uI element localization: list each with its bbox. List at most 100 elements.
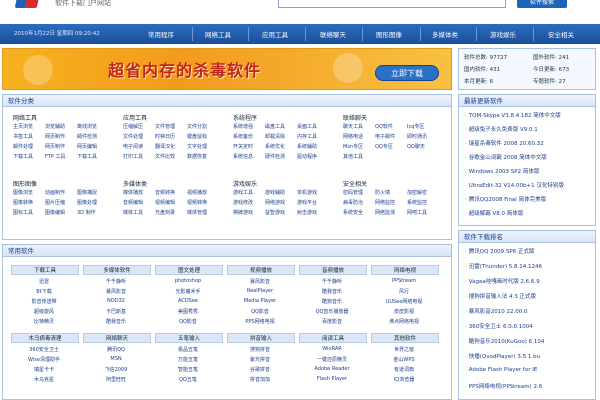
software-link[interactable]: 超级旋风 [15,308,73,315]
category-link[interactable]: QQ软件 [375,123,393,130]
software-link[interactable]: 风行 [375,288,433,295]
category-link[interactable]: 主页浏览 [13,123,33,130]
category-link[interactable]: 病毒防治 [343,199,363,206]
nav-item-chat[interactable]: 联络聊天 [320,29,346,39]
category-link[interactable]: 单机游戏 [297,189,317,196]
category-link[interactable]: 驱动程序 [297,153,317,160]
category-link[interactable]: 磁盘工具 [265,123,285,130]
category-link[interactable]: QQ聊天 [407,143,425,150]
category-link[interactable]: 图像捕捉 [77,189,97,196]
category-link[interactable]: Msn专区 [343,143,363,150]
software-link[interactable]: 阿里旺旺 [87,376,145,383]
software-link[interactable]: 世界之窗 [375,346,433,353]
category-link[interactable]: 卸载清除 [265,133,285,140]
category-link[interactable]: 游戏辅助 [265,189,285,196]
category-link[interactable]: 游戏修改 [233,199,253,206]
category-link[interactable]: 书签工具 [13,133,33,140]
software-link[interactable]: 拼音加加 [231,376,289,383]
software-link[interactable]: 酷狗音乐 [303,298,361,305]
category-link[interactable]: 时钟日历 [155,133,175,140]
category-link[interactable]: 媒体工具 [123,209,143,216]
software-link[interactable]: MSN [87,356,145,362]
category-link[interactable]: 电子邮件 [375,133,395,140]
software-link[interactable]: 光影魔术手 [159,288,217,295]
category-link[interactable]: 翻译汉化 [155,143,175,150]
category-link[interactable]: 媒体管理 [187,209,207,216]
software-link[interactable]: Media Player [231,298,289,304]
category-link[interactable]: 系统备份 [233,133,253,140]
software-link[interactable]: 沸点网络电视 [375,318,433,325]
category-link[interactable]: 加密解密 [407,189,427,196]
banner-download-button[interactable]: 立即下载 [375,65,439,81]
site-logo[interactable] [14,0,46,10]
category-link[interactable]: 光盘刻录 [155,209,175,216]
category-link[interactable]: 文件管理 [155,123,175,130]
latest-item[interactable]: UltraEdit-32 V14.00b+1 汉化特别版 [465,181,564,189]
software-link[interactable]: 谷歌拼音 [231,366,289,373]
software-link[interactable]: 万能五笔 [159,356,217,363]
category-link[interactable]: 压缩解压 [123,123,143,130]
ranking-item[interactable]: 酷狗音乐2010(KuGoo) 6.104 [465,337,545,345]
category-link[interactable]: 音频编辑 [123,199,143,206]
category-link[interactable]: 音频转换 [155,189,175,196]
latest-item[interactable]: 腾讯QQ2008 Final 简体完美版 [465,195,546,203]
category-link[interactable]: 打印工具 [123,153,143,160]
software-link[interactable]: Wise清理助手 [15,356,73,363]
software-link[interactable]: 飞信2009 [87,366,145,373]
software-link[interactable]: QQ音乐播放器 [303,308,361,315]
category-link[interactable]: 内存工具 [297,133,317,140]
software-link[interactable]: PPS网络电视 [231,318,289,325]
software-link[interactable]: PPStream [375,278,433,284]
software-link[interactable]: 有道词典 [375,366,433,373]
category-link[interactable]: 游戏工具 [233,189,253,196]
nav-item-media[interactable]: 多媒体类 [432,29,458,39]
latest-item[interactable]: TOM-Skype V3.8.4.182 简体中文版 [465,111,561,119]
category-link[interactable]: 棋牌游戏 [233,209,253,216]
category-link[interactable]: 电子阅读 [123,143,143,150]
promo-banner[interactable]: 超省内存的杀毒软件 立即下载 [2,48,452,90]
ranking-item[interactable]: 360安全卫士 6.0.0.1004 [465,322,533,330]
category-link[interactable]: 其他工具 [343,153,363,160]
category-link[interactable]: 下载工具 [13,153,33,160]
software-link[interactable]: 极品五笔 [159,346,217,353]
latest-item[interactable]: 超级解霸 V8.0 简体版 [465,209,524,217]
category-link[interactable]: 图像转换 [13,199,33,206]
latest-item[interactable]: 谷歌金山词霸 2008 简体中文版 [465,153,547,161]
software-link[interactable]: 酷我音乐 [87,318,145,325]
ranking-item[interactable]: 腾讯QQ 2009 SP6 正式版 [465,247,535,255]
software-link[interactable]: WinRAR [303,346,361,352]
category-link[interactable]: QQ专区 [375,143,393,150]
category-link[interactable]: 开关定时 [233,143,253,150]
software-link[interactable]: RealPlayer [231,288,289,294]
category-link[interactable]: 邮件处理 [13,143,33,150]
category-link[interactable]: 下载工具 [77,153,97,160]
ranking-item[interactable]: 快播(QvodPlayer) 3.5.1 bu [465,352,540,360]
category-link[interactable]: 邮件检测 [77,133,97,140]
category-link[interactable]: 键盘鼠标 [187,133,207,140]
category-title[interactable]: 应用工具 [123,113,147,122]
category-link[interactable]: 离线浏览 [77,123,97,130]
software-link[interactable]: 皮皮影视 [375,308,433,315]
software-link[interactable]: ACDSee [159,298,217,304]
ranking-item[interactable]: Adobe Flash Player for IE [465,367,538,373]
category-link[interactable]: 网络游戏 [265,199,285,206]
category-link[interactable]: 系统优化 [265,143,285,150]
search-button[interactable]: 软件搜索 [517,0,567,8]
software-link[interactable]: 比特精灵 [15,318,73,325]
category-link[interactable]: 视频转换 [187,199,207,206]
ranking-item[interactable]: PPS网络电视(PPStream) 2.6 [465,382,542,390]
software-link[interactable]: QQ影音 [231,308,289,315]
ranking-item[interactable]: 搜狗拼音输入法 4.3 正式版 [465,292,536,300]
latest-item[interactable]: 超级兔子永久免费版 V9.0.1 [465,125,538,133]
software-link[interactable]: 瑞星卡卡 [15,366,73,373]
software-link[interactable]: 紫光拼音 [231,356,289,363]
category-link[interactable]: 视频编辑 [155,199,175,206]
category-link[interactable]: 系统安全 [343,209,363,216]
category-link[interactable]: 图片压缩 [45,199,65,206]
category-link[interactable]: 文件分割 [187,123,207,130]
nav-item-network[interactable]: 网络工具 [205,29,231,39]
nav-item-apps[interactable]: 应用工具 [262,29,288,39]
category-link[interactable]: 桌面工具 [297,123,317,130]
category-link[interactable]: 射击游戏 [297,209,317,216]
nav-item-common[interactable]: 常用程序 [148,29,174,39]
